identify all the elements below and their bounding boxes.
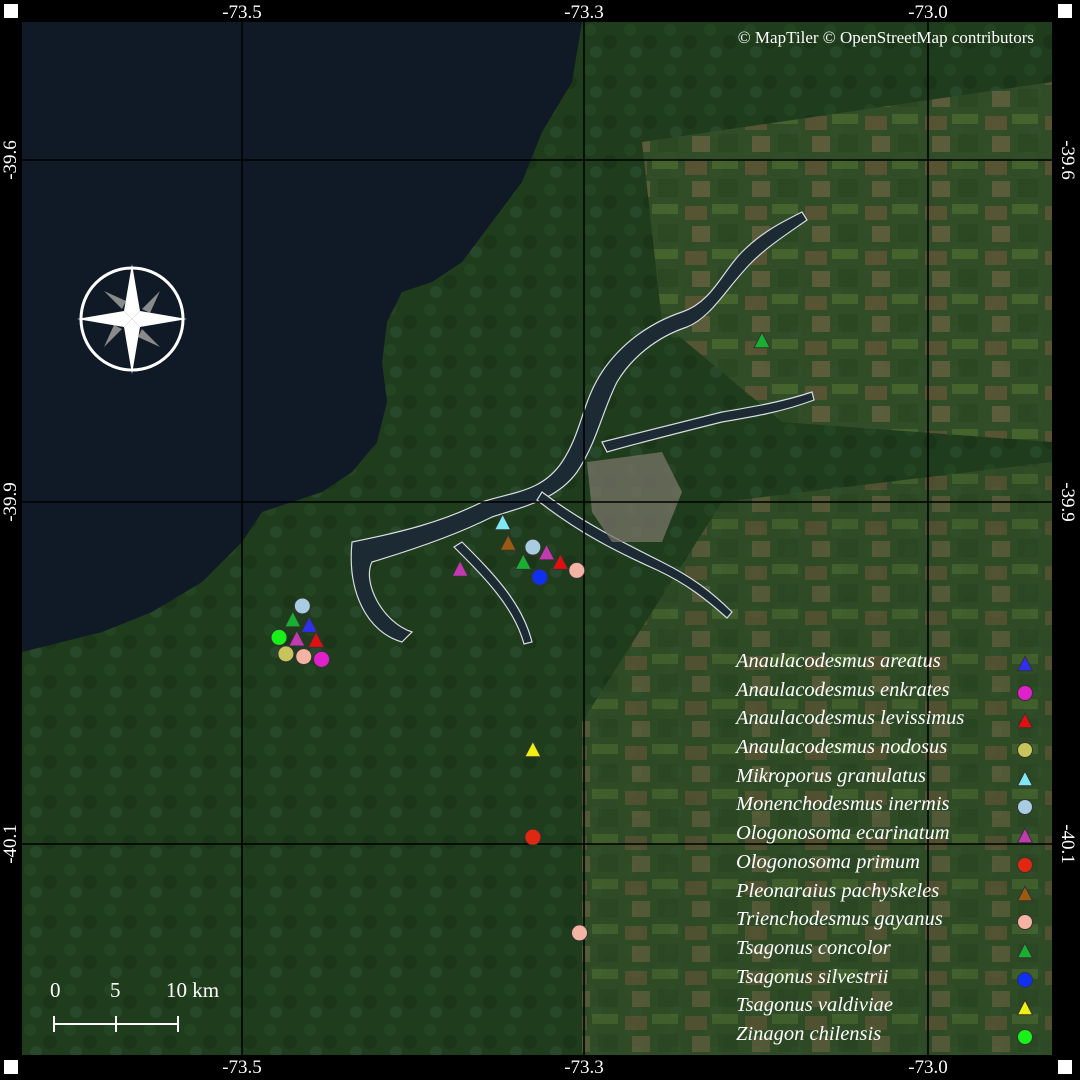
legend-label: Anaulacodesmus areatus	[736, 650, 941, 672]
legend-label: Pleonaraius pachyskeles	[736, 879, 940, 902]
legend-label: Anaulacodesmus nodosus	[736, 736, 948, 759]
record-marker[interactable]	[568, 561, 586, 579]
longitude-tick-bottom: -73.0	[908, 1057, 948, 1078]
scale-bar-line	[53, 1016, 179, 1032]
record-marker[interactable]	[293, 597, 311, 615]
legend-label: Tsagonus silvestrii	[736, 965, 889, 988]
legend-item: Anaulacodesmus areatus	[736, 650, 1036, 679]
map-attribution[interactable]: © MapTiler © OpenStreetMap contributors	[738, 28, 1034, 48]
legend-label: Zinagon chilensis	[736, 1022, 882, 1045]
longitude-tick-top: -73.3	[564, 2, 604, 23]
legend-label: Anaulacodesmus levissimus	[736, 707, 965, 730]
legend-label: Trienchodesmus gayanus	[736, 908, 943, 931]
species-legend: Anaulacodesmus areatus Anaulacodesmus enk…	[736, 650, 1036, 1052]
legend-item: Monenchodesmus inermis	[736, 793, 1036, 822]
legend-item: Tsagonus valdiviae	[736, 994, 1036, 1023]
legend-symbol-circle-icon	[1017, 742, 1033, 759]
record-marker[interactable]	[277, 645, 295, 663]
record-marker[interactable]	[270, 628, 288, 646]
legend-symbol-circle-icon	[1017, 799, 1033, 816]
legend-symbol-circle-icon	[1017, 684, 1033, 701]
legend-item: Anaulacodesmus enkrates	[736, 679, 1036, 708]
scale-label: 0	[50, 978, 61, 1002]
latitude-tick-right: -39.9	[1057, 482, 1078, 522]
longitude-tick-top: -73.0	[908, 2, 948, 23]
legend-symbol-triangle-icon	[1016, 769, 1034, 786]
legend-symbol-triangle-icon	[1016, 942, 1034, 959]
legend-symbol-triangle-icon	[1016, 827, 1034, 844]
legend-label: Monenchodesmus inermis	[736, 793, 950, 816]
legend-symbol-triangle-icon	[1016, 999, 1034, 1016]
scale-label: 10 km	[166, 978, 220, 1002]
frame-corner	[1058, 4, 1072, 18]
latitude-tick-right: -39.6	[1057, 140, 1078, 180]
legend-label: Anaulacodesmus enkrates	[736, 678, 950, 701]
legend-item: Tsagonus silvestrii	[736, 966, 1036, 995]
legend-item: Mikroporus granulatus	[736, 765, 1036, 794]
latitude-tick-right: -40.1	[1057, 824, 1078, 864]
legend-symbol-triangle-icon	[1016, 712, 1034, 729]
legend-symbol-circle-icon	[1017, 971, 1033, 988]
latitude-tick-left: -40.1	[0, 824, 21, 864]
legend-item: Ologonosoma primum	[736, 851, 1036, 880]
legend-label: Tsagonus concolor	[736, 936, 891, 959]
legend-item: Anaulacodesmus levissimus	[736, 707, 1036, 736]
latitude-tick-left: -39.9	[0, 482, 21, 522]
scale-label: 5	[110, 978, 121, 1002]
legend-symbol-circle-icon	[1017, 1028, 1033, 1045]
legend-item: Anaulacodesmus nodosus	[736, 736, 1036, 765]
frame-corner	[4, 1060, 18, 1074]
record-marker[interactable]	[313, 650, 331, 668]
frame-corner	[1058, 1060, 1072, 1074]
legend-item: Trienchodesmus gayanus	[736, 908, 1036, 937]
legend-item: Zinagon chilensis	[736, 1023, 1036, 1052]
legend-item: Tsagonus concolor	[736, 937, 1036, 966]
record-marker[interactable]	[524, 538, 542, 556]
map-frame: -73.5 -73.3 -73.0 -73.5 -73.3 -73.0 -39.…	[0, 0, 1080, 1080]
legend-symbol-triangle-icon	[1016, 655, 1034, 672]
legend-label: Mikroporus granulatus	[736, 764, 927, 787]
longitude-tick-bottom: -73.3	[564, 1057, 604, 1078]
record-marker[interactable]	[295, 648, 313, 666]
legend-label: Ologonosoma ecarinatum	[736, 822, 950, 845]
record-marker[interactable]	[524, 828, 542, 846]
record-marker[interactable]	[531, 568, 549, 586]
longitude-tick-bottom: -73.5	[222, 1057, 262, 1078]
legend-item: Ologonosoma ecarinatum	[736, 822, 1036, 851]
legend-symbol-circle-icon	[1017, 914, 1033, 931]
frame-corner	[4, 4, 18, 18]
legend-item: Pleonaraius pachyskeles	[736, 880, 1036, 909]
record-marker[interactable]	[571, 924, 589, 942]
latitude-tick-left: -39.6	[0, 140, 21, 180]
longitude-tick-top: -73.5	[222, 2, 262, 23]
legend-label: Tsagonus valdiviae	[736, 994, 893, 1017]
legend-symbol-triangle-icon	[1016, 884, 1034, 901]
legend-symbol-circle-icon	[1017, 856, 1033, 873]
legend-label: Ologonosoma primum	[736, 850, 920, 873]
